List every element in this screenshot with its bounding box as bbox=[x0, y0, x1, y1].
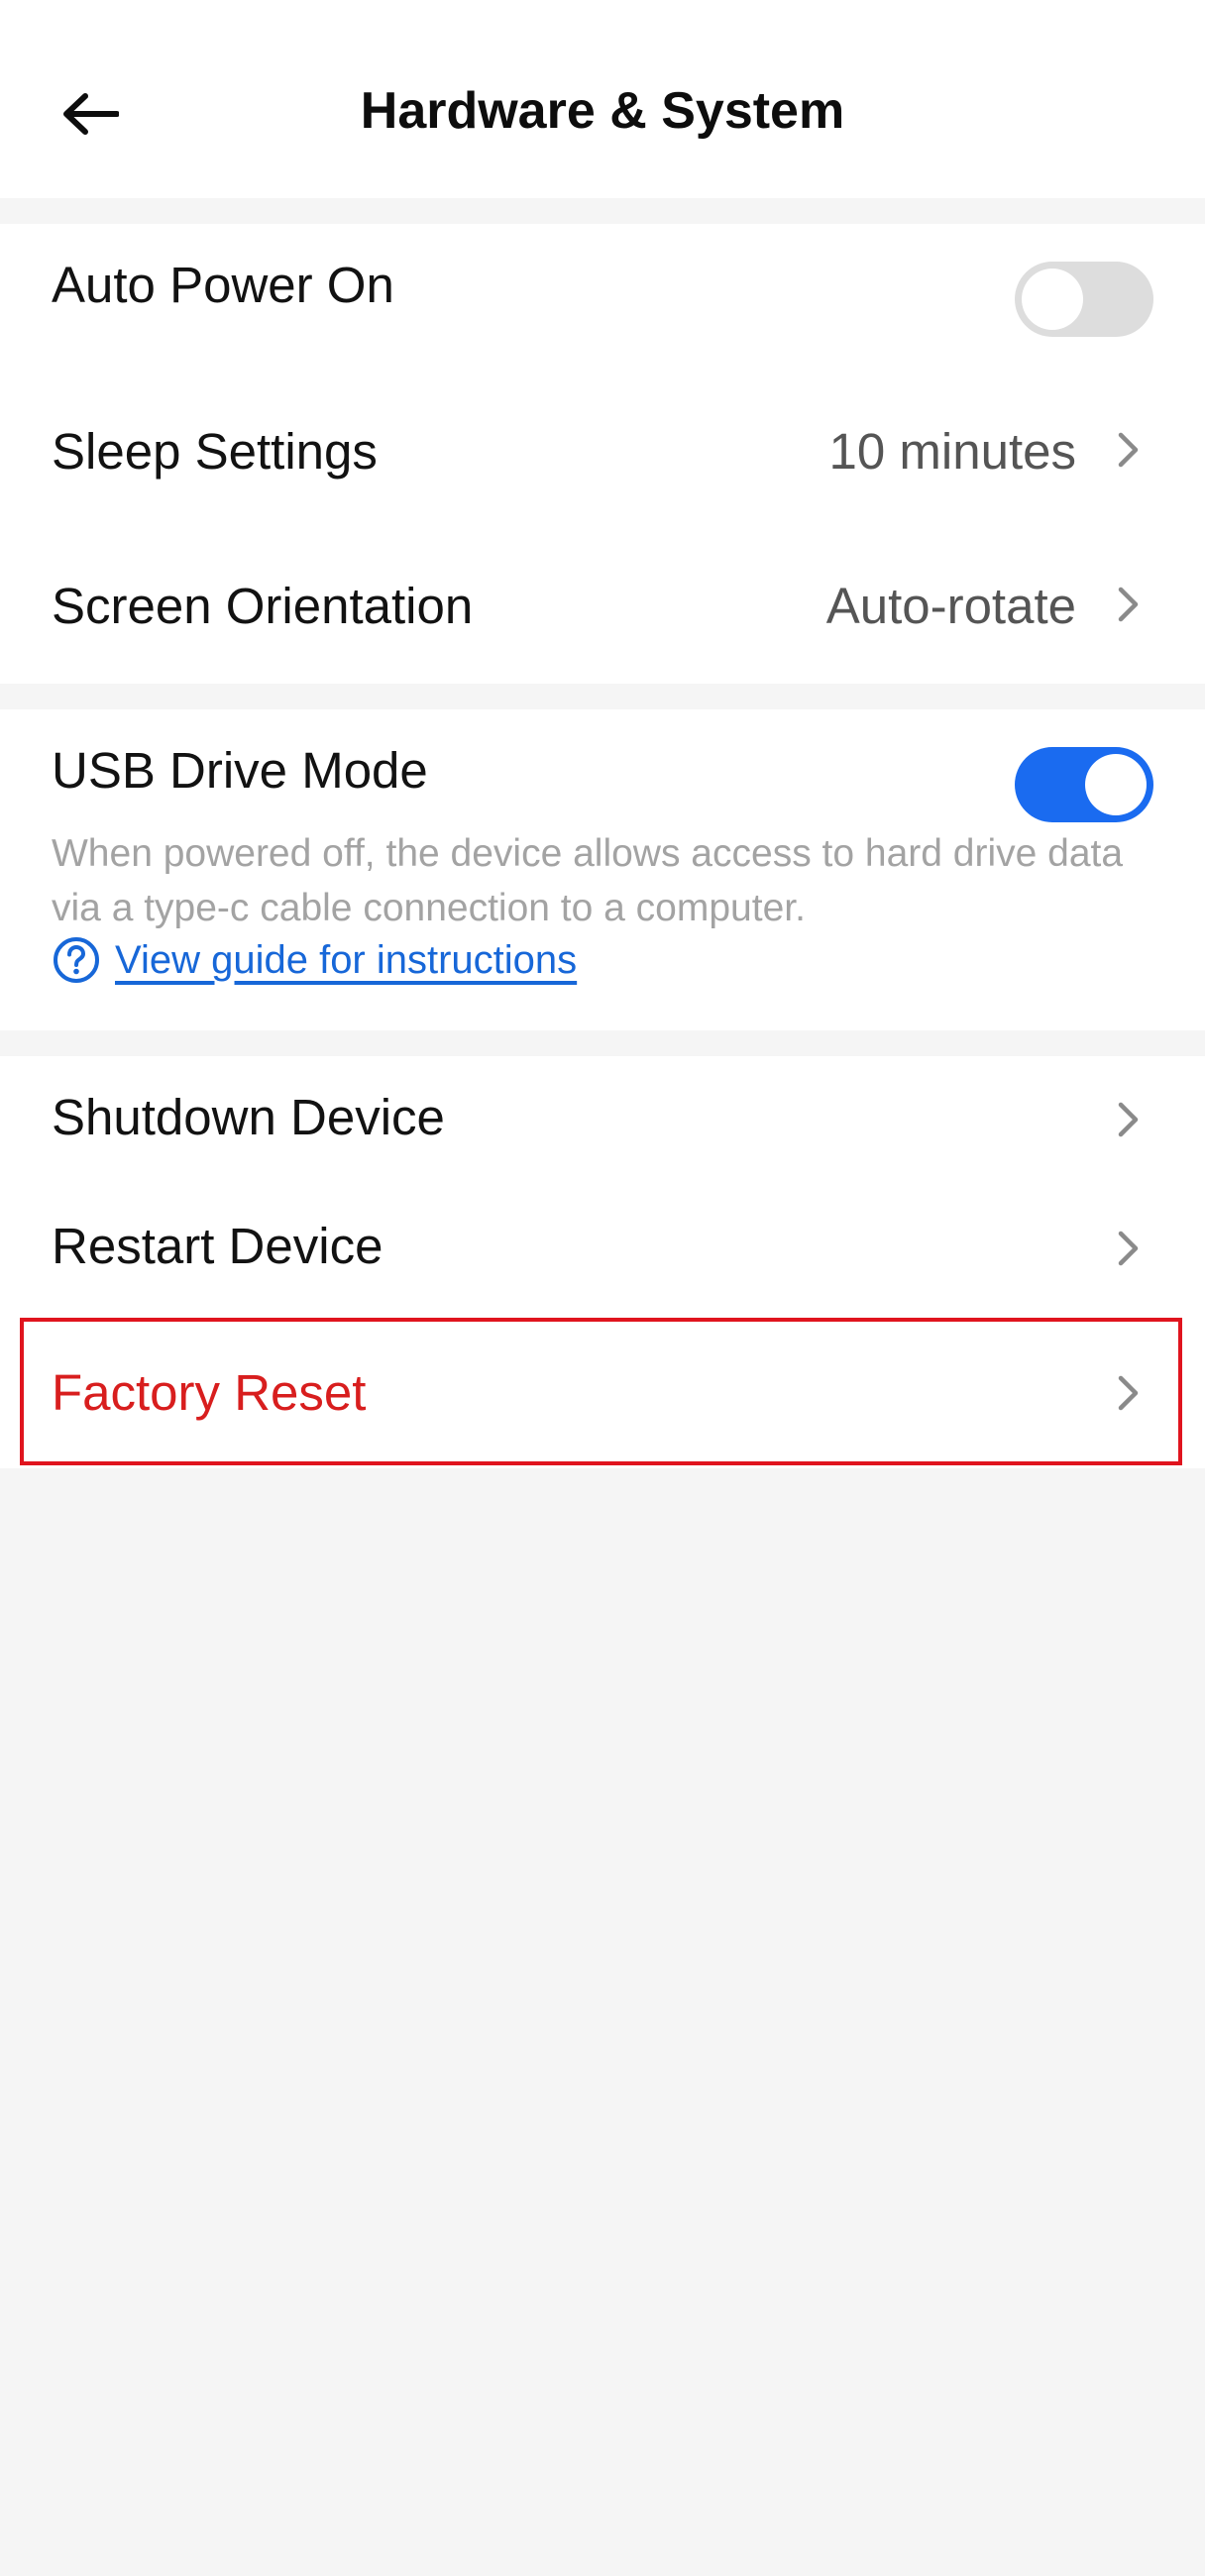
screen-orientation-label: Screen Orientation bbox=[52, 578, 474, 634]
usb-drive-mode-label: USB Drive Mode bbox=[52, 742, 428, 799]
view-guide-link-text: View guide for instructions bbox=[115, 937, 578, 982]
chevron-right-icon bbox=[1114, 1229, 1144, 1268]
view-guide-link[interactable]: View guide for instructions bbox=[52, 935, 577, 985]
sleep-settings-value: 10 minutes bbox=[828, 423, 1076, 480]
chevron-right-icon bbox=[1114, 430, 1144, 470]
auto-power-on-toggle[interactable] bbox=[1015, 262, 1153, 337]
sleep-settings-row[interactable]: Sleep Settings 10 minutes bbox=[0, 373, 1205, 531]
chevron-right-icon bbox=[1114, 1100, 1144, 1139]
screen-orientation-row[interactable]: Screen Orientation Auto-rotate bbox=[0, 531, 1205, 684]
toggle-knob bbox=[1085, 754, 1147, 815]
usb-drive-mode-toggle[interactable] bbox=[1015, 747, 1153, 822]
auto-power-on-row: Auto Power On bbox=[0, 224, 1205, 373]
header-bar: Hardware & System bbox=[0, 0, 1205, 198]
chevron-right-icon bbox=[1114, 585, 1144, 624]
factory-reset-label: Factory Reset bbox=[52, 1364, 367, 1421]
shutdown-device-row[interactable]: Shutdown Device bbox=[0, 1056, 1205, 1185]
power-settings-section: Auto Power On Sleep Settings 10 minutes … bbox=[0, 224, 1205, 684]
screen-orientation-value: Auto-rotate bbox=[825, 578, 1076, 634]
auto-power-on-label: Auto Power On bbox=[52, 257, 394, 313]
toggle-knob bbox=[1022, 268, 1083, 330]
usb-drive-description: When powered off, the device allows acce… bbox=[52, 832, 1124, 929]
restart-device-row[interactable]: Restart Device bbox=[0, 1185, 1205, 1314]
chevron-right-icon bbox=[1114, 1373, 1144, 1413]
shutdown-device-label: Shutdown Device bbox=[52, 1089, 445, 1145]
factory-reset-row[interactable]: Factory Reset bbox=[0, 1318, 1205, 1468]
restart-device-label: Restart Device bbox=[52, 1218, 383, 1274]
device-actions-section: Shutdown Device Restart Device Factory R… bbox=[0, 1056, 1205, 1468]
usb-drive-section: USB Drive Mode When powered off, the dev… bbox=[0, 709, 1205, 1030]
page-title: Hardware & System bbox=[360, 82, 845, 140]
sleep-settings-label: Sleep Settings bbox=[52, 423, 378, 480]
help-circle-icon bbox=[54, 937, 99, 983]
